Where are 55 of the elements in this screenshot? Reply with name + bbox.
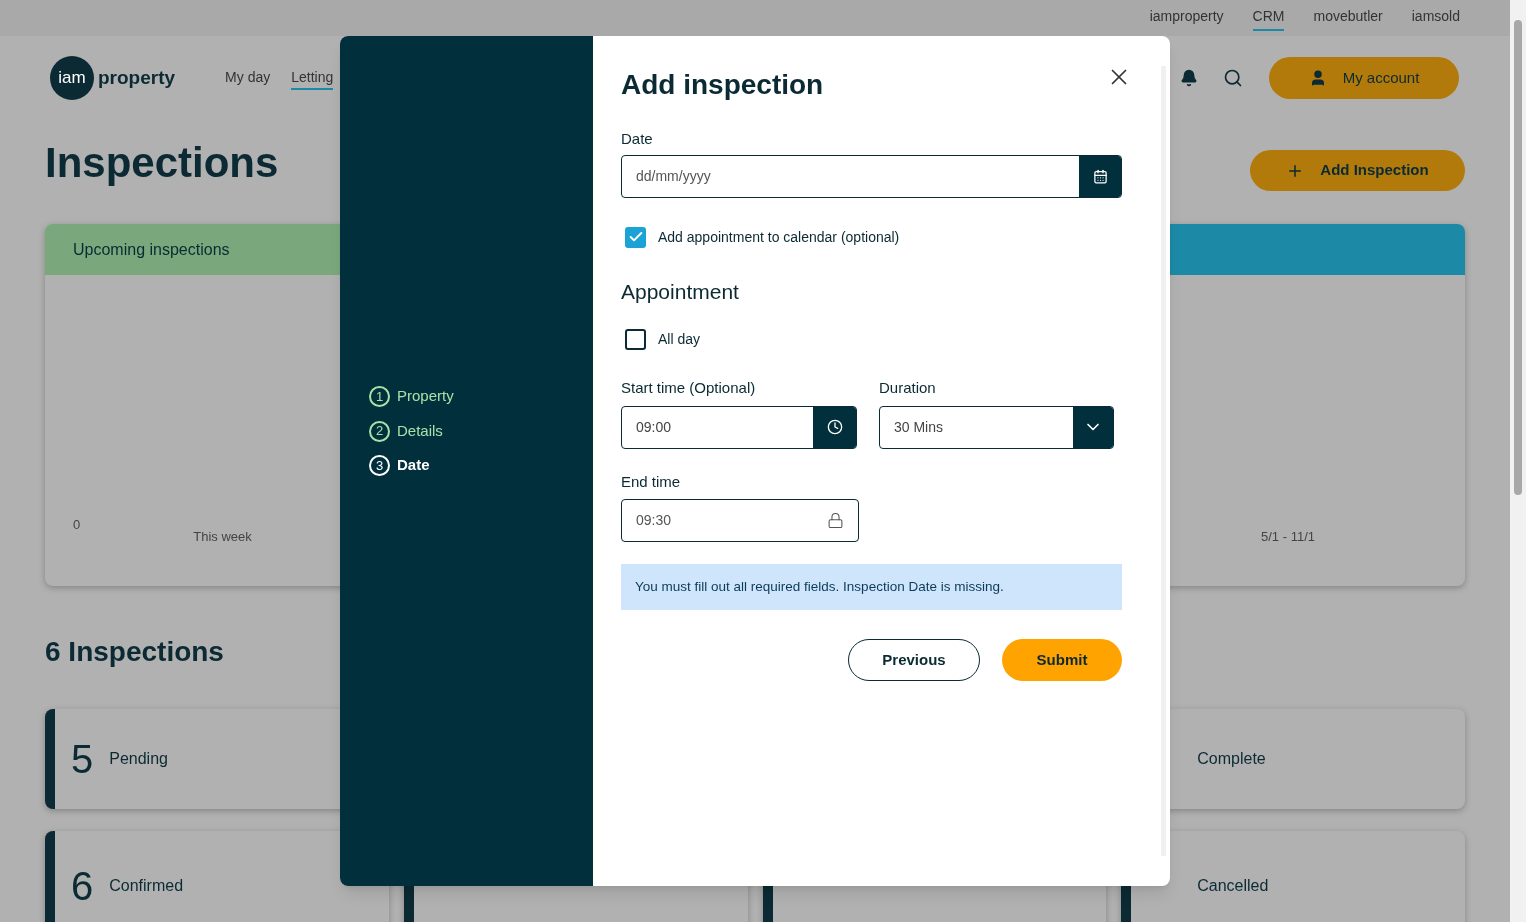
- field-label: End time: [621, 471, 682, 492]
- period-label: This week: [193, 527, 252, 546]
- notifications-icon[interactable]: [1180, 69, 1198, 87]
- checkbox-label: Add appointment to calendar (optional): [658, 227, 900, 247]
- start-time-field[interactable]: 09:00: [621, 405, 857, 449]
- nav-link[interactable]: My day: [225, 66, 271, 90]
- add-inspection-button[interactable]: Add Inspection: [1250, 150, 1465, 191]
- card-title: Upcoming inspections: [73, 239, 230, 260]
- field-label: Date: [621, 129, 654, 149]
- axis-label: 0: [73, 515, 81, 534]
- status-label: Pending: [109, 749, 168, 769]
- calendar-button[interactable]: [1079, 155, 1121, 197]
- section-heading: Appointment: [621, 278, 740, 305]
- field-label: Start time (Optional): [621, 378, 757, 398]
- step-item[interactable]: 3 Date: [369, 454, 593, 477]
- step-number: 1: [369, 386, 390, 407]
- top-link[interactable]: iamsold: [1411, 5, 1460, 31]
- lock-icon: [827, 512, 844, 529]
- page-title: Inspections: [45, 138, 279, 188]
- logo-text: property: [98, 65, 176, 90]
- status-label: Complete: [1197, 749, 1266, 769]
- previous-button[interactable]: Previous: [848, 639, 980, 681]
- scrollbar-thumb[interactable]: [1514, 20, 1522, 495]
- checkbox[interactable]: [625, 226, 646, 248]
- alert-message: You must fill out all required fields. Inspection Date is missing.: [621, 564, 1122, 610]
- count-heading: 6 Inspections: [45, 635, 224, 669]
- nav-link[interactable]: Letting: [291, 66, 334, 90]
- top-link[interactable]: CRM: [1252, 5, 1285, 31]
- step-number: 2: [369, 420, 390, 442]
- period-label: 5/1 - 11/1: [1261, 527, 1315, 546]
- checkbox-label: All day: [658, 330, 701, 349]
- top-link[interactable]: movebutler: [1313, 5, 1383, 31]
- account-button[interactable]: My account: [1269, 57, 1459, 99]
- step-item[interactable]: 2 Details: [369, 419, 593, 443]
- clock-icon: [826, 419, 843, 435]
- status-card[interactable]: Cancelled: [1121, 831, 1465, 922]
- submit-button[interactable]: Submit: [1002, 639, 1122, 681]
- logo[interactable]: iam property: [50, 56, 176, 100]
- scrollbar[interactable]: [1510, 0, 1526, 922]
- checkbox[interactable]: [625, 329, 646, 350]
- status-label: Confirmed: [109, 876, 184, 896]
- field-label: Duration: [879, 378, 937, 398]
- status-count: 6: [71, 863, 94, 910]
- status-count: 5: [71, 736, 94, 783]
- status-card[interactable]: 6 Confirmed: [45, 831, 389, 922]
- clock-button[interactable]: [813, 406, 856, 448]
- dialog-title: Add inspection: [621, 68, 824, 102]
- step-number: 3: [369, 455, 390, 476]
- logo-badge: iam: [50, 56, 94, 100]
- status-label: Cancelled: [1197, 876, 1269, 896]
- calendar-icon: [1092, 168, 1108, 184]
- step-item[interactable]: 1 Property: [369, 385, 593, 408]
- duration-select[interactable]: 30 Mins: [879, 405, 1114, 449]
- top-link[interactable]: iamproperty: [1149, 5, 1224, 31]
- search-icon[interactable]: [1223, 68, 1243, 88]
